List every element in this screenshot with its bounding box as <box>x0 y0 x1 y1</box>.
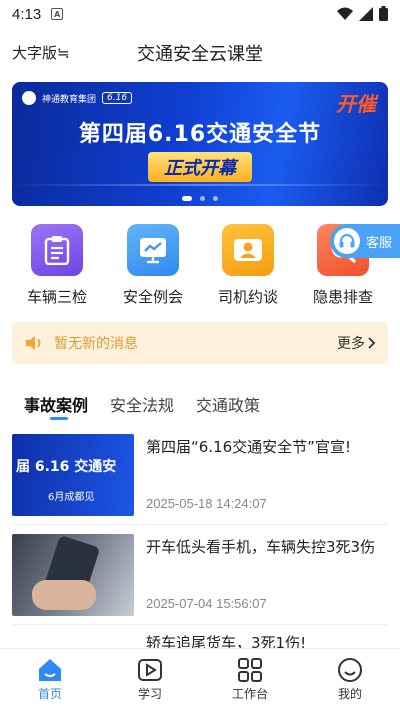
app-header: 大字版≒ 交通安全云课堂 <box>0 36 400 68</box>
news-thumbnail: 届 6.16 交通安 6月成都见 <box>12 434 134 516</box>
notification-a-icon: A <box>51 8 64 20</box>
tab-safety-regulations[interactable]: 安全法规 <box>110 392 174 416</box>
banner-carousel[interactable]: 神通教育集团 6.16 开催 第四届6.16交通安全节 正式开幕 <box>12 82 388 206</box>
speaker-icon <box>26 336 41 350</box>
carousel-dot[interactable] <box>182 196 192 201</box>
nav-learn[interactable]: 学习 <box>100 649 200 711</box>
news-item[interactable]: 开车低头看手机，车辆失控3死3伤 2025-07-04 15:56:07 <box>12 534 388 620</box>
play-icon <box>138 659 162 681</box>
quick-action-safety-meeting[interactable]: 安全例会 <box>108 224 198 307</box>
banner-brand: 神通教育集团 6.16 <box>22 91 133 105</box>
nav-label: 工作台 <box>231 687 268 701</box>
notice-bar[interactable]: 暂无新的消息 更多 <box>12 322 388 364</box>
battery-icon <box>379 6 388 21</box>
notice-message: 暂无新的消息 <box>54 336 138 352</box>
quick-action-label: 隐患排查 <box>312 288 373 306</box>
grid-icon <box>238 658 262 682</box>
quick-action-label: 司机约谈 <box>217 288 278 306</box>
smile-icon <box>338 658 362 682</box>
nav-label: 学习 <box>137 687 162 701</box>
quick-action-label: 车辆三检 <box>26 288 87 306</box>
notice-more-link[interactable]: 更多 <box>337 333 376 353</box>
signal-icon <box>359 6 373 21</box>
bottom-nav: 首页 学习 工作台 我的 <box>0 648 400 711</box>
status-icons <box>337 6 388 21</box>
news-title: 轿车追尾货车，3死1伤! <box>146 634 307 648</box>
page-title: 交通安全云课堂 <box>137 44 263 65</box>
quick-action-label: 安全例会 <box>122 288 183 306</box>
nav-workbench[interactable]: 工作台 <box>200 649 300 711</box>
tab-accident-cases[interactable]: 事故案例 <box>24 392 88 416</box>
news-item[interactable]: 届 6.16 交通安 6月成都见 第四届“6.16交通安全节”官宣! 2025-… <box>12 434 388 520</box>
user-card-icon <box>222 224 274 276</box>
notice-more-label: 更多 <box>337 336 365 352</box>
carousel-dot[interactable] <box>213 196 218 201</box>
hand-image <box>32 580 96 610</box>
news-item[interactable]: 轿车追尾货车，3死1伤! <box>12 634 388 648</box>
brand-logo-icon <box>22 91 36 105</box>
brand-name: 神通教育集团 <box>42 94 97 105</box>
brand-tag: 6.16 <box>102 92 133 104</box>
news-time: 2025-07-04 15:56:07 <box>146 596 267 611</box>
quick-action-vehicle-check[interactable]: 车辆三检 <box>12 224 102 307</box>
divider <box>12 624 388 625</box>
thumb-sub: 6月成都见 <box>48 492 95 503</box>
banner-corner-text: 开催 <box>336 92 376 116</box>
wifi-icon <box>337 7 353 20</box>
nav-home[interactable]: 首页 <box>0 649 100 711</box>
nav-label: 我的 <box>337 687 362 701</box>
divider <box>12 524 388 525</box>
nav-mine[interactable]: 我的 <box>300 649 400 711</box>
banner-sub-badge: 正式开幕 <box>148 152 252 182</box>
active-tab-indicator <box>50 417 68 420</box>
banner-light-streak <box>12 184 388 186</box>
headset-icon <box>334 228 360 254</box>
banner-headline: 第四届6.16交通安全节 <box>78 122 322 147</box>
customer-service-button[interactable]: 客服 <box>330 224 400 258</box>
customer-service-label: 客服 <box>366 235 393 251</box>
news-tabs: 事故案例 安全法规 交通政策 <box>24 392 260 420</box>
clipboard-icon <box>31 224 83 276</box>
carousel-indicator <box>0 196 400 201</box>
status-bar: 4:13 A <box>0 0 400 28</box>
quick-action-driver-interview[interactable]: 司机约谈 <box>203 224 293 307</box>
tab-traffic-policy[interactable]: 交通政策 <box>196 392 260 416</box>
news-time: 2025-05-18 14:24:07 <box>146 496 267 511</box>
chart-screen-icon <box>127 224 179 276</box>
nav-label: 首页 <box>37 687 62 701</box>
news-thumbnail <box>12 534 134 616</box>
status-time: 4:13 <box>12 5 42 23</box>
news-title: 第四届“6.16交通安全节”官宣! <box>146 438 351 456</box>
chevron-right-icon <box>368 337 376 349</box>
carousel-dot[interactable] <box>200 196 205 201</box>
home-icon <box>39 659 61 681</box>
news-title: 开车低头看手机，车辆失控3死3伤 <box>146 538 376 556</box>
thumb-headline: 届 6.16 交通安 <box>16 459 117 475</box>
